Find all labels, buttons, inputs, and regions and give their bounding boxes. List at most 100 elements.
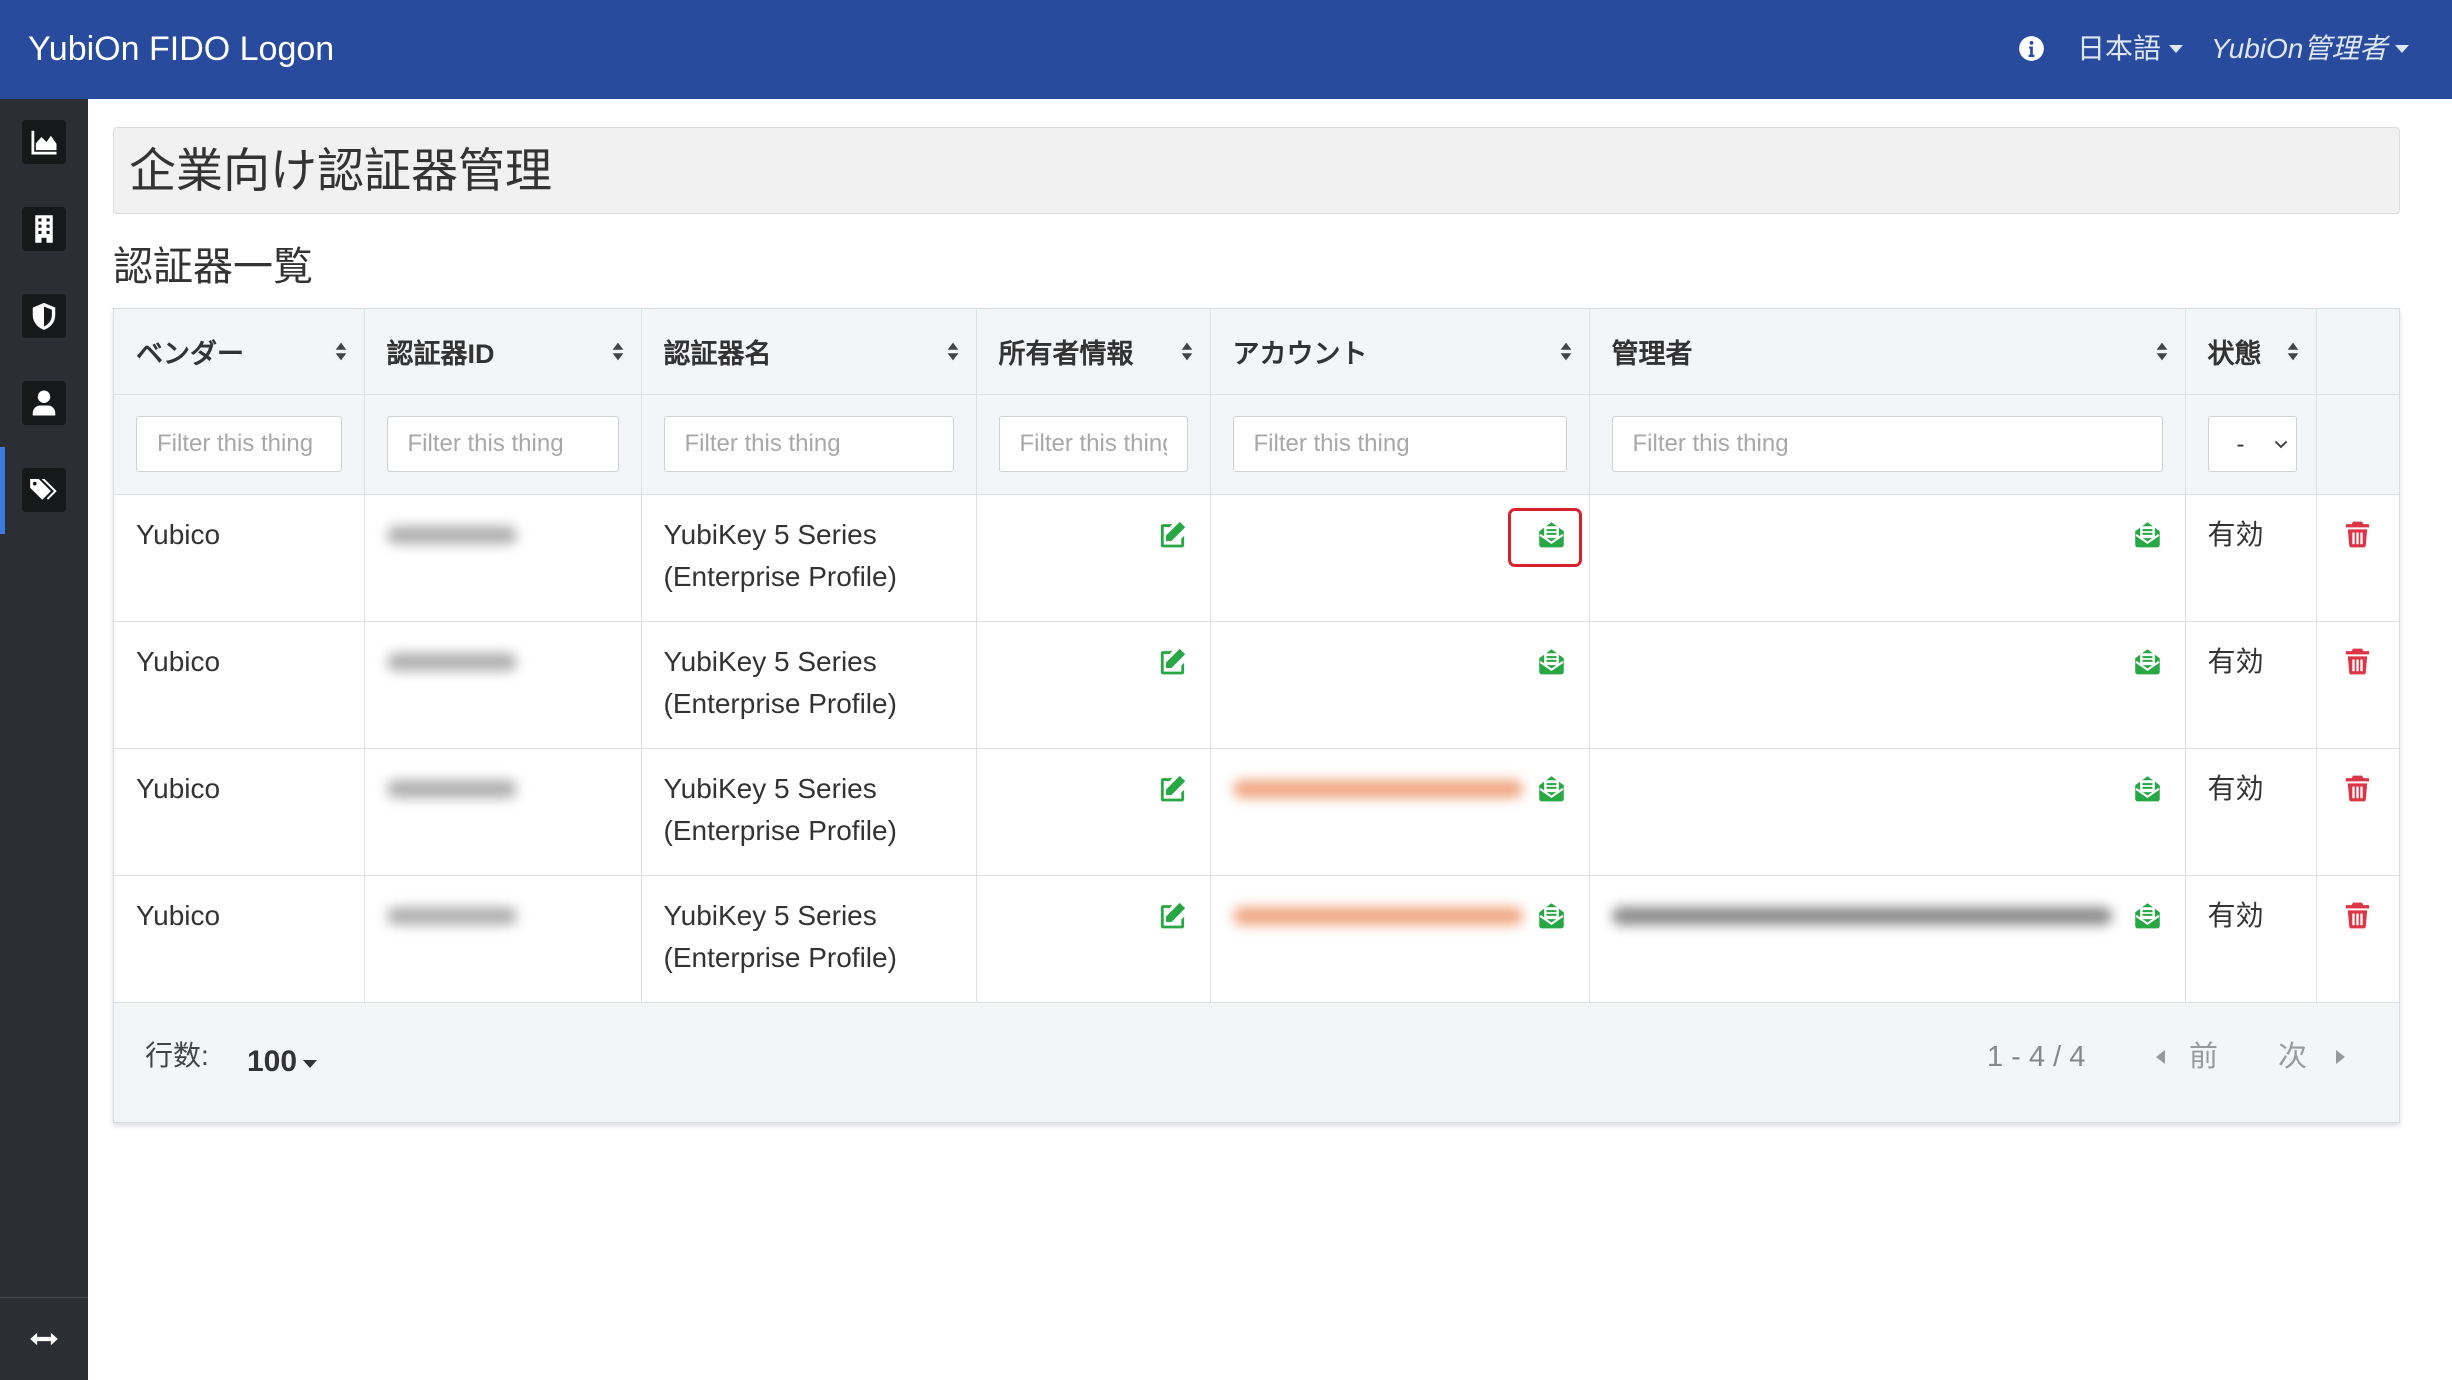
account-redacted	[1232, 906, 1523, 925]
trash-icon[interactable]	[2342, 773, 2373, 804]
chevron-down-icon	[2169, 44, 2184, 53]
rows-per-page-dropdown[interactable]: 100	[247, 1044, 318, 1080]
vendor-text: Yubico	[136, 518, 221, 550]
envelope-open-text-icon[interactable]	[1536, 646, 1567, 677]
envelope-open-text-icon[interactable]	[1536, 773, 1567, 804]
actions-cell	[2316, 494, 2399, 622]
status-text: 有効	[2207, 899, 2264, 931]
edit-icon[interactable]	[1157, 900, 1188, 931]
status-cell: 有効	[2185, 494, 2317, 622]
filter-status-select[interactable]: -	[2207, 416, 2297, 472]
column-header-vendor[interactable]: ベンダー	[114, 309, 365, 395]
vendor-cell: Yubico	[114, 748, 365, 876]
account-cell	[1210, 748, 1590, 876]
edit-icon[interactable]	[1157, 773, 1188, 804]
sort-icon[interactable]	[2287, 342, 2299, 361]
user-name: YubiOn管理者	[2211, 33, 2388, 64]
tags-icon	[22, 468, 66, 512]
filter-account-input[interactable]	[1232, 416, 1567, 472]
table-footer: 行数: 100 1 - 4 / 4 前 次	[114, 1002, 2399, 1122]
filter-authenticator-name-input[interactable]	[663, 416, 954, 472]
filter-cell	[976, 394, 1211, 495]
owner-info-cell	[976, 494, 1211, 622]
authenticator-name-text: YubiKey 5 Series (Enterprise Profile)	[663, 645, 897, 719]
status-text: 有効	[2207, 645, 2264, 677]
authenticator-id-cell	[364, 875, 642, 1003]
status-text: 有効	[2207, 772, 2264, 804]
sidebar-item-authenticators[interactable]	[0, 447, 88, 534]
edit-icon[interactable]	[1157, 646, 1188, 677]
filter-authenticator-id-input[interactable]	[386, 416, 619, 472]
column-header-admin[interactable]: 管理者	[1589, 309, 2186, 395]
status-cell: 有効	[2185, 748, 2317, 876]
user-menu-dropdown[interactable]: YubiOn管理者	[2211, 0, 2410, 97]
pagination-range: 1 - 4 / 4	[1987, 1041, 2086, 1073]
sort-icon[interactable]	[612, 342, 624, 361]
sort-icon[interactable]	[1181, 342, 1193, 361]
column-label: アカウント	[1232, 338, 1368, 369]
envelope-open-text-icon[interactable]	[2132, 519, 2163, 550]
authenticator-id-cell	[364, 494, 642, 622]
sidebar-item-dashboard[interactable]	[0, 99, 88, 186]
authenticator-table: ベンダー 認証器ID 認証器名 所有者情報 アカウント 管理者 状態 -	[114, 309, 2399, 1003]
status-text: 有効	[2207, 518, 2264, 550]
sidebar-item-security[interactable]	[0, 273, 88, 360]
authenticator-name-cell: YubiKey 5 Series (Enterprise Profile)	[641, 494, 977, 622]
admin-cell	[1589, 621, 2186, 749]
envelope-open-text-icon[interactable]	[1507, 508, 1582, 567]
trash-icon[interactable]	[2342, 646, 2373, 677]
language-label: 日本語	[2077, 33, 2162, 64]
trash-icon[interactable]	[2342, 900, 2373, 931]
column-header-owner-info[interactable]: 所有者情報	[976, 309, 1211, 395]
column-header-status[interactable]: 状態	[2185, 309, 2317, 395]
sidebar-item-users[interactable]	[0, 360, 88, 447]
filter-admin-input[interactable]	[1611, 416, 2163, 472]
account-cell	[1210, 621, 1590, 749]
column-header-authenticator-name[interactable]: 認証器名	[641, 309, 977, 395]
authenticator-id-redacted	[386, 525, 517, 544]
authenticator-id-redacted	[386, 779, 517, 798]
envelope-open-text-icon[interactable]	[1536, 900, 1567, 931]
status-cell: 有効	[2185, 875, 2317, 1003]
vendor-text: Yubico	[136, 772, 221, 804]
info-circle-icon[interactable]	[2018, 35, 2045, 62]
sidebar-item-organization[interactable]	[0, 186, 88, 273]
sort-icon[interactable]	[335, 342, 347, 361]
trash-icon[interactable]	[2342, 519, 2373, 550]
column-label: 所有者情報	[998, 338, 1134, 369]
language-dropdown[interactable]: 日本語	[2077, 0, 2184, 97]
filter-owner-info-input[interactable]	[998, 416, 1188, 472]
arrows-horizontal-icon	[29, 1324, 59, 1354]
envelope-open-text-icon[interactable]	[2132, 900, 2163, 931]
chevron-left-icon[interactable]	[2156, 1050, 2165, 1064]
sidebar-toggle-button[interactable]	[0, 1298, 88, 1380]
shield-icon	[22, 294, 66, 338]
actions-cell	[2316, 748, 2399, 876]
edit-icon[interactable]	[1157, 519, 1188, 550]
vendor-cell: Yubico	[114, 494, 365, 622]
authenticator-name-cell: YubiKey 5 Series (Enterprise Profile)	[641, 621, 977, 749]
actions-cell	[2316, 875, 2399, 1003]
next-page-button[interactable]: 次	[2278, 1039, 2307, 1075]
column-label: 認証器ID	[386, 338, 495, 369]
actions-cell	[2316, 621, 2399, 749]
filter-cell	[1210, 394, 1590, 495]
column-header-authenticator-id[interactable]: 認証器ID	[364, 309, 642, 395]
authenticator-name-text: YubiKey 5 Series (Enterprise Profile)	[663, 518, 897, 592]
chart-area-icon	[22, 120, 66, 164]
envelope-open-text-icon[interactable]	[2132, 773, 2163, 804]
column-header-account[interactable]: アカウント	[1210, 309, 1590, 395]
authenticator-id-redacted	[386, 652, 517, 671]
app-title[interactable]: YubiOn FIDO Logon	[28, 0, 334, 99]
prev-page-button[interactable]: 前	[2189, 1039, 2218, 1075]
filter-vendor-input[interactable]	[136, 416, 342, 472]
envelope-open-text-icon[interactable]	[2132, 646, 2163, 677]
sort-icon[interactable]	[2156, 342, 2168, 361]
chevron-down-icon	[2395, 44, 2410, 53]
sort-icon[interactable]	[947, 342, 959, 361]
authenticator-name-cell: YubiKey 5 Series (Enterprise Profile)	[641, 875, 977, 1003]
sort-icon[interactable]	[1560, 342, 1572, 361]
page-title: 企業向け認証器管理	[129, 144, 552, 197]
chevron-right-icon[interactable]	[2336, 1050, 2345, 1064]
table-header-row: ベンダー 認証器ID 認証器名 所有者情報 アカウント 管理者 状態	[114, 309, 2399, 395]
